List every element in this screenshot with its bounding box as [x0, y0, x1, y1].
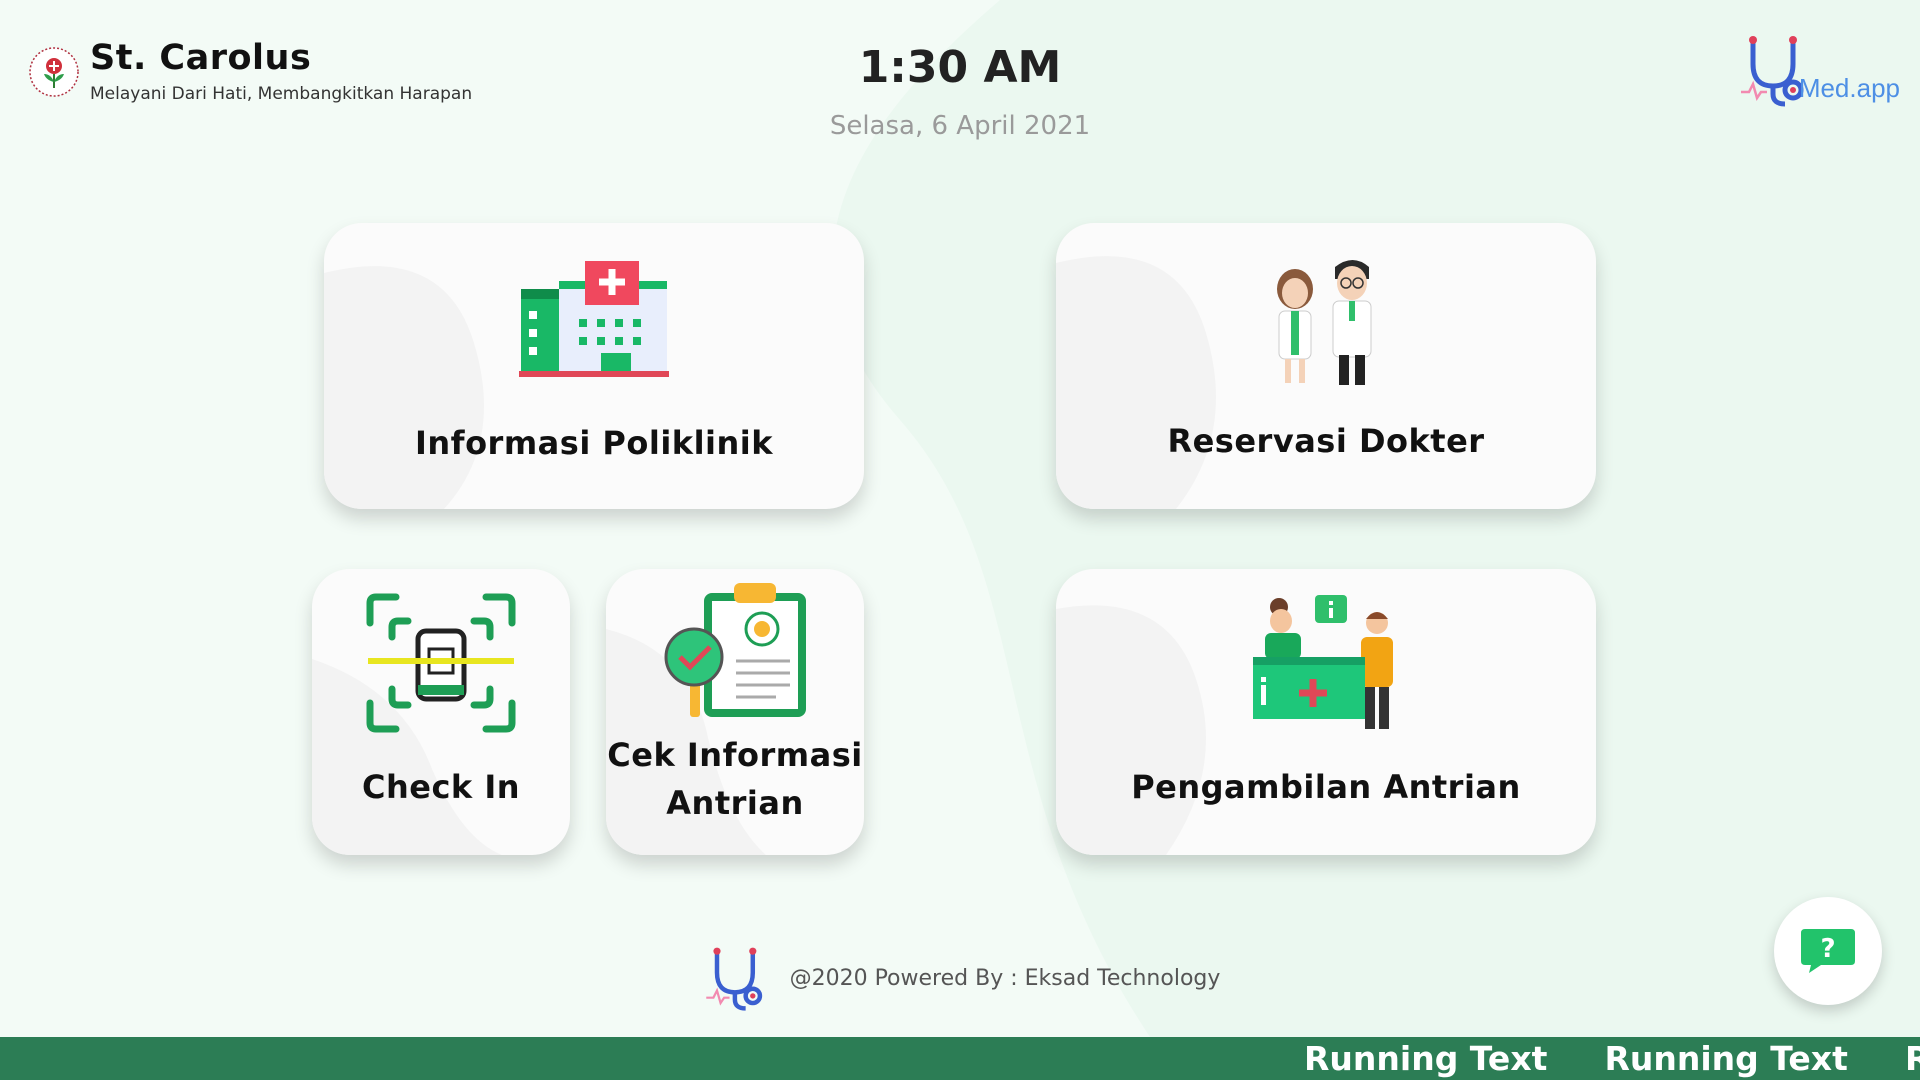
medapp-text: Med.app	[1798, 73, 1900, 103]
card-label: Informasi Poliklinik	[414, 424, 774, 462]
card-label: Reservasi Dokter	[1167, 422, 1485, 460]
running-text-item: Running Text	[1604, 1039, 1848, 1078]
background-shape	[832, 0, 1920, 1037]
card-label-line-2: Antrian	[666, 784, 804, 822]
help-mark: ?	[1820, 934, 1835, 964]
current-time: 1:30 AM	[858, 42, 1062, 93]
card-label: Check In	[361, 768, 521, 806]
reception-desk-icon	[1253, 595, 1393, 729]
doctors-icon	[1277, 260, 1372, 385]
copyright-text: @2020 Powered By : Eksad Technology	[789, 965, 1221, 991]
hospital-icon	[519, 261, 669, 377]
current-date: Selasa, 6 April 2021	[829, 111, 1091, 141]
running-text-item: Running Text	[1304, 1039, 1548, 1078]
stethoscope-icon	[705, 947, 762, 1011]
medapp-logo: Med.app	[1739, 32, 1900, 108]
menu-card-informasi-poliklinik[interactable]: Informasi Poliklinik	[324, 223, 864, 509]
card-label: Pengambilan Antrian	[1131, 768, 1521, 806]
card-label-line-1: Cek Informasi	[607, 736, 863, 774]
running-text-bar: Running Text Running Text Runni	[0, 1037, 1920, 1080]
menu-card-pengambilan-antrian[interactable]: Pengambilan Antrian	[1056, 569, 1596, 855]
stethoscope-icon	[1740, 36, 1804, 107]
help-button[interactable]: ?	[1774, 897, 1882, 1005]
running-text-track: Running Text Running Text Runni	[1304, 1037, 1920, 1080]
clock-panel: 1:30 AM Selasa, 6 April 2021	[0, 42, 1920, 141]
help-chat-icon: ?	[1801, 929, 1855, 973]
menu-card-check-in[interactable]: Check In	[312, 569, 570, 855]
running-text-item: Runni	[1904, 1039, 1920, 1078]
scan-phone-icon	[366, 593, 516, 733]
menu-card-reservasi-dokter[interactable]: Reservasi Dokter	[1056, 223, 1596, 509]
menu-card-cek-informasi-antrian[interactable]: Cek Informasi Antrian	[606, 569, 864, 855]
footer: @2020 Powered By : Eksad Technology	[0, 944, 1920, 1012]
clipboard-check-icon	[664, 583, 806, 717]
card-label: Cek Informasi Antrian	[607, 731, 862, 827]
